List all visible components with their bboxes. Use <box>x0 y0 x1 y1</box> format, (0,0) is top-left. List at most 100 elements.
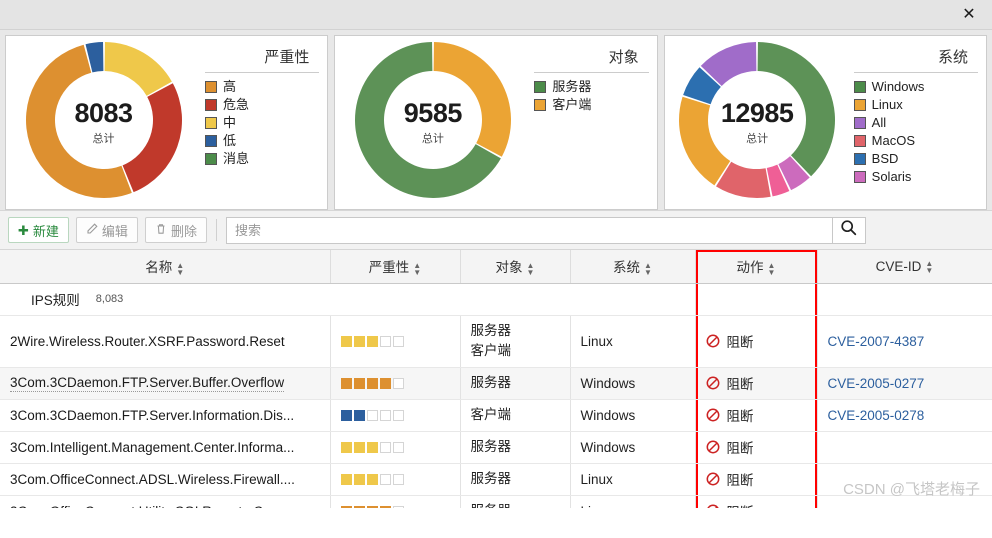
cell-action[interactable]: 阻断 <box>695 315 818 368</box>
severity-box <box>379 505 391 508</box>
legend-item[interactable]: 客户端 <box>534 96 648 113</box>
rule-name-text: 2Wire.Wireless.Router.XSRF.Password.Rese… <box>10 333 285 349</box>
cve-link[interactable]: CVE-2005-0277 <box>828 376 925 391</box>
chart-card-object: 9585 总计 对象 服务器 客户端 <box>334 35 658 210</box>
block-icon <box>706 472 720 486</box>
cell-severity <box>330 315 461 368</box>
column-header-system[interactable]: 系统 ▲ ▼ <box>570 250 696 284</box>
column-header-severity[interactable]: 严重性 ▲ ▼ <box>330 250 461 284</box>
legend-label: 低 <box>223 132 237 148</box>
cell-action[interactable]: 阻断 <box>695 399 818 432</box>
action-text: 阻断 <box>726 335 754 350</box>
donut-segment[interactable] <box>104 42 172 96</box>
cell-name[interactable]: 3Com.OfficeConnect.Utility.CGI.Remote.Co… <box>0 495 331 508</box>
legend-item[interactable]: Solaris <box>853 169 978 185</box>
table-row[interactable]: 2Wire.Wireless.Router.XSRF.Password.Rese… <box>0 315 992 368</box>
cell-action[interactable]: 阻断 <box>695 495 818 508</box>
legend-item[interactable]: 服务器 <box>534 79 648 95</box>
severity-box <box>353 335 365 347</box>
column-header-cve[interactable]: CVE-ID ▲ ▼ <box>817 250 992 284</box>
cell-object: 服务器 客户端 <box>460 315 571 368</box>
column-header-label: 动作 <box>736 260 764 276</box>
donut-segment[interactable] <box>679 96 731 186</box>
legend-item[interactable]: 危急 <box>205 96 319 113</box>
system-text: Windows <box>580 439 636 455</box>
legend-label: Linux <box>871 96 903 112</box>
cell-action[interactable]: 阻断 <box>695 367 818 400</box>
table-row[interactable]: 3Com.OfficeConnect.ADSL.Wireless.Firewal… <box>0 463 992 496</box>
block-icon <box>706 334 720 348</box>
cell-cve: CVE-2007-4387 <box>817 315 992 368</box>
severity-indicator <box>340 377 450 389</box>
table-row[interactable]: 3Com.OfficeConnect.Utility.CGI.Remote.Co… <box>0 495 992 508</box>
rules-table-area: 名称 ▲ ▼ 严重性 ▲ ▼ 对象 ▲ ▼ 系统 ▲ ▼ 动作 ▲ ▼ CVE-ID ▲ ▼ <box>0 250 992 508</box>
legend-item[interactable]: 中 <box>205 115 319 131</box>
severity-box <box>366 505 378 508</box>
donut-segment[interactable] <box>757 42 836 177</box>
legend-swatch-icon <box>205 81 217 94</box>
rule-name-text: 3Com.OfficeConnect.ADSL.Wireless.Firewal… <box>10 471 295 487</box>
search-input[interactable] <box>225 216 832 244</box>
pencil-icon <box>86 223 98 237</box>
cell-name[interactable]: 3Com.Intelligent.Management.Center.Infor… <box>0 431 331 464</box>
legend-item[interactable]: BSD <box>853 151 978 167</box>
legend-item[interactable]: All <box>853 115 978 131</box>
severity-box <box>340 505 352 508</box>
table-row[interactable]: 3Com.3CDaemon.FTP.Server.Buffer.Overflow… <box>0 367 992 400</box>
cell-cve <box>817 431 992 464</box>
cell-name[interactable]: 2Wire.Wireless.Router.XSRF.Password.Rese… <box>0 315 331 368</box>
cell-cve <box>817 463 992 496</box>
cve-link[interactable]: CVE-2007-4387 <box>828 334 925 349</box>
group-count-badge: 8,083 <box>87 290 132 308</box>
cell-name[interactable]: 3Com.OfficeConnect.ADSL.Wireless.Firewal… <box>0 463 331 496</box>
sort-icon: ▲ ▼ <box>925 258 934 275</box>
cell-action[interactable]: 阻断 <box>695 463 818 496</box>
legend-swatch-icon <box>534 99 547 112</box>
table-group-row[interactable]: IPS规则 8,083 <box>0 283 992 316</box>
group-cell-action <box>695 283 818 316</box>
system-text: Windows <box>580 407 636 423</box>
minus-box-icon[interactable] <box>10 292 23 306</box>
legend-swatch-icon <box>205 153 217 166</box>
action-text: 阻断 <box>727 501 754 508</box>
donut-segment[interactable] <box>122 83 182 193</box>
object-text: 客户端 <box>470 407 512 423</box>
donut-segment[interactable] <box>433 42 511 157</box>
severity-box <box>392 335 404 347</box>
legend-item[interactable]: 消息 <box>205 151 319 167</box>
legend-item[interactable]: 高 <box>205 79 319 95</box>
system-text: Linux <box>580 471 613 487</box>
cve-link[interactable]: CVE-2005-0278 <box>828 408 925 423</box>
action-text: 阻断 <box>726 441 754 456</box>
legend-item[interactable]: Linux <box>853 96 978 113</box>
close-icon[interactable]: ✕ <box>952 0 986 30</box>
legend-label: Windows <box>871 79 925 94</box>
cell-object: 服务器 <box>460 431 571 464</box>
legend-item[interactable]: MacOS <box>853 133 978 149</box>
column-header-object[interactable]: 对象 ▲ ▼ <box>460 250 571 284</box>
column-header-name[interactable]: 名称 ▲ ▼ <box>0 250 331 284</box>
legend-swatch-icon <box>205 99 217 112</box>
edit-button[interactable]: 编辑 <box>75 217 138 243</box>
legend-label: 危急 <box>223 96 250 112</box>
sort-icon: ▲ ▼ <box>526 260 535 277</box>
cell-name[interactable]: 3Com.3CDaemon.FTP.Server.Buffer.Overflow <box>0 367 331 400</box>
table-row[interactable]: 3Com.3CDaemon.FTP.Server.Information.Dis… <box>0 399 992 432</box>
new-button[interactable]: ✚ 新建 <box>8 217 69 243</box>
cell-system: Windows <box>570 399 696 432</box>
legend-label: 客户端 <box>552 96 592 112</box>
legend-item[interactable]: 低 <box>205 132 319 149</box>
legend-label: 高 <box>223 79 237 94</box>
column-header-action[interactable]: 动作 ▲ ▼ <box>695 250 818 284</box>
cell-severity <box>330 399 461 432</box>
search-button[interactable] <box>831 216 866 244</box>
legend-swatch-icon <box>205 135 217 148</box>
table-row[interactable]: 3Com.Intelligent.Management.Center.Infor… <box>0 431 992 464</box>
severity-box <box>353 377 365 389</box>
cell-action[interactable]: 阻断 <box>695 431 818 464</box>
legend-swatch-icon <box>853 153 866 166</box>
delete-button[interactable]: 删除 <box>144 217 207 243</box>
legend-item[interactable]: Windows <box>853 79 978 95</box>
cell-name[interactable]: 3Com.3CDaemon.FTP.Server.Information.Dis… <box>0 399 331 432</box>
cell-severity <box>330 495 461 508</box>
